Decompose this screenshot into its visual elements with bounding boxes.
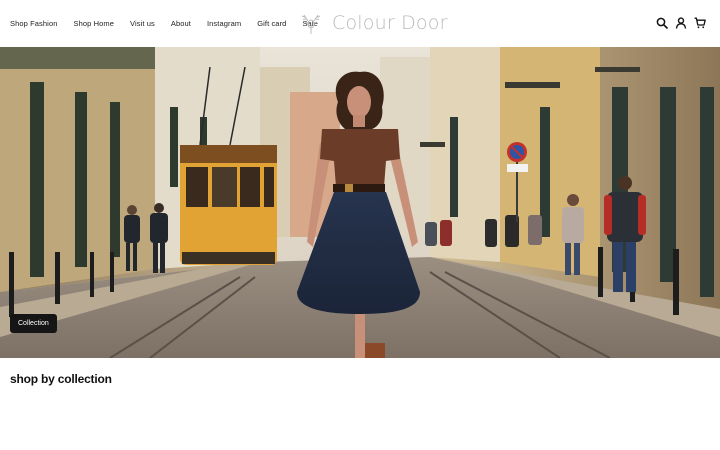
cart-icon[interactable] bbox=[694, 17, 706, 29]
hero-image bbox=[0, 47, 720, 358]
shop-by-collection-heading: shop by collection bbox=[10, 372, 112, 386]
nav-item-visit-us[interactable]: Visit us bbox=[130, 19, 155, 28]
nav-item-shop-fashion[interactable]: Shop Fashion bbox=[10, 19, 57, 28]
nav-item-gift-card[interactable]: Gift card bbox=[257, 19, 286, 28]
header-icons bbox=[656, 14, 706, 32]
account-icon[interactable] bbox=[675, 17, 687, 29]
collection-button[interactable]: Collection bbox=[10, 314, 57, 333]
brand-logo[interactable]: Colour Door bbox=[298, 9, 448, 37]
brand-name: Colour Door bbox=[332, 12, 448, 34]
hero-banner[interactable]: Collection bbox=[0, 47, 720, 358]
search-icon[interactable] bbox=[656, 17, 668, 29]
site-header: Shop Fashion Shop Home Visit us About In… bbox=[0, 0, 720, 47]
deer-logo-icon bbox=[301, 14, 321, 34]
nav-item-shop-home[interactable]: Shop Home bbox=[73, 19, 114, 28]
main-nav: Shop Fashion Shop Home Visit us About In… bbox=[10, 0, 334, 47]
nav-item-instagram[interactable]: Instagram bbox=[207, 19, 241, 28]
nav-item-about[interactable]: About bbox=[171, 19, 191, 28]
